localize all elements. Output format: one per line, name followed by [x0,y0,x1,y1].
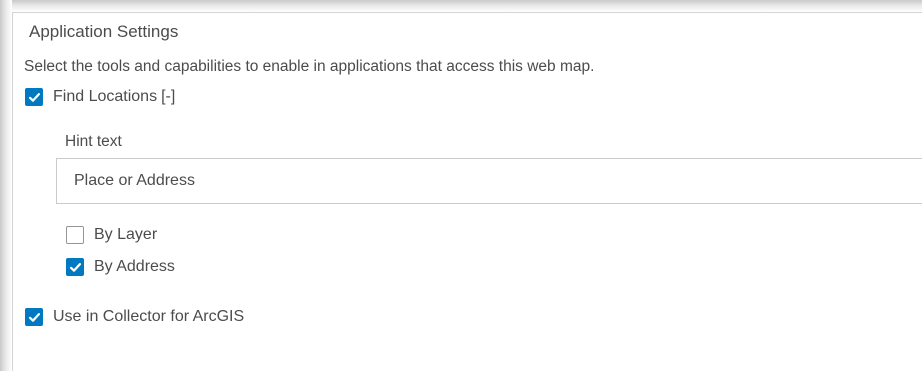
application-settings-panel: Application Settings Select the tools an… [12,12,922,371]
frame-shadow-top [0,0,922,12]
by-layer-label[interactable]: By Layer [94,226,157,244]
by-address-label[interactable]: By Address [94,258,175,276]
checkmark-icon [28,92,40,102]
find-locations-row: Find Locations [-] [25,88,175,106]
frame-shadow-left [0,0,12,371]
collector-label[interactable]: Use in Collector for ArcGIS [53,308,244,326]
panel-description: Select the tools and capabilities to ena… [24,58,595,75]
panel-title: Application Settings [29,22,179,41]
by-address-checkbox[interactable] [66,258,84,276]
find-locations-collapse-toggle[interactable]: [-] [161,88,175,106]
by-layer-row: By Layer [66,226,157,244]
by-address-row: By Address [66,258,175,276]
hint-text-input[interactable] [56,158,922,204]
collector-checkbox[interactable] [25,308,43,326]
collector-row: Use in Collector for ArcGIS [25,308,244,326]
hint-text-label: Hint text [65,133,122,150]
checkmark-icon [69,262,81,272]
by-layer-checkbox[interactable] [66,226,84,244]
find-locations-label[interactable]: Find Locations [53,88,157,106]
find-locations-checkbox[interactable] [25,88,43,106]
checkmark-icon [28,312,40,322]
screenshot-frame: Application Settings Select the tools an… [0,0,922,371]
